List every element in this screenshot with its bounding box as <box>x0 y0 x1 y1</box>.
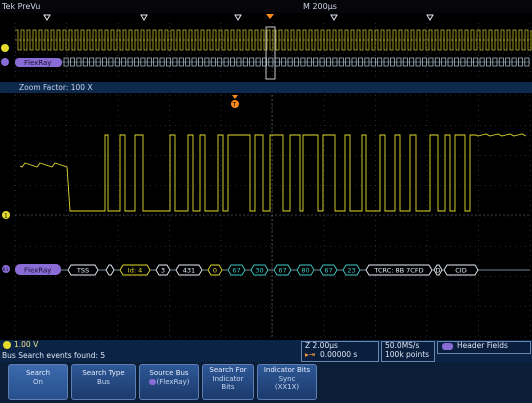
status-area: 1.00 V Bus Search events found: 5 Z 2.00… <box>0 340 532 362</box>
ch1-scale-marker <box>3 341 11 349</box>
overview-ch1-marker <box>1 44 9 52</box>
search-for-value-line2: Bits <box>221 383 235 391</box>
bus-packet-label: 67 <box>278 267 286 275</box>
source-bus-value: (FlexRay) <box>156 378 190 386</box>
bus-packet-label: 0 <box>213 267 217 275</box>
timebase-readout: M 200µs <box>303 2 337 11</box>
indicator-bits-button[interactable]: Indicator Bits Sync (XX1X) <box>257 364 317 400</box>
overview-bus-ticks <box>62 57 530 67</box>
bus-packet-label: 30 <box>255 267 263 275</box>
bus-packet-label: 3 <box>161 267 165 275</box>
search-type-value: Bus <box>97 378 110 386</box>
indicator-bits-title: Indicator Bits <box>263 366 311 374</box>
bus-packet-label: TSS <box>76 267 89 275</box>
search-mark-2 <box>140 14 148 21</box>
search-type-title: Search Type <box>82 369 125 377</box>
zoomed-waveform-window[interactable]: TSS Id: 4 3 431 0 67 30 67 80 67 23 TCRC: 8B 7CFD D C… <box>0 93 532 340</box>
search-for-value-line1: Indicator <box>212 375 244 383</box>
search-button-value: On <box>33 378 43 386</box>
trigger-position-icon: ▸⇥ <box>305 350 316 359</box>
bus-trigger-icon <box>442 343 453 350</box>
search-type-button[interactable]: Search Type Bus <box>71 364 136 400</box>
search-events-count: Bus Search events found: 5 <box>2 351 106 360</box>
bus-packet-label: Id: 4 <box>128 267 142 275</box>
soft-key-menu: Search On Search Type Bus Source Bus (Fl… <box>0 362 532 403</box>
zoom-trigger-marker-arrow <box>232 95 238 99</box>
bus-packet-label: 67 <box>324 267 332 275</box>
bus-packet-label: 67 <box>232 267 240 275</box>
oscilloscope-screen: Tek PreVu M 200µs FlexRay Zoom Factor: 1… <box>0 0 532 403</box>
trigger-position-marker <box>266 14 274 19</box>
bus-packet-label: TCRC: 8B 7CFD <box>373 267 423 275</box>
bus-packet-label: 80 <box>301 267 309 275</box>
overview-waveform-window[interactable]: FlexRay <box>0 13 532 81</box>
overview-bus-marker <box>1 58 9 66</box>
search-for-title: Search For <box>209 366 247 374</box>
zoom-trigger-marker-label: T <box>232 102 237 109</box>
search-mark-1 <box>43 14 51 21</box>
source-bus-button[interactable]: Source Bus (FlexRay) <box>139 364 199 400</box>
search-on-button[interactable]: Search On <box>8 364 68 400</box>
bus-label: FlexRay <box>24 267 51 275</box>
ch1-trace <box>19 133 527 212</box>
bus-trigger-type: Header Fields <box>457 341 508 350</box>
search-mark-3 <box>234 14 242 21</box>
bus-packet-label: 431 <box>183 267 195 275</box>
ch1-ground-marker-label: 1 <box>4 213 8 220</box>
source-bus-title: Source Bus <box>149 369 189 377</box>
acquisition-mode-label: Tek PreVu <box>2 2 41 11</box>
source-bus-icon <box>148 379 156 385</box>
search-button-title: Search <box>25 369 51 377</box>
zoom-factor-bar: Zoom Factor: 100 X <box>0 82 532 93</box>
zoom-factor-label: Zoom Factor: 100 X <box>19 83 93 92</box>
overview-ch1-signal <box>15 29 532 51</box>
search-for-button[interactable]: Search For Indicator Bits <box>202 364 254 400</box>
search-mark-4 <box>330 14 338 21</box>
record-length-readout: 100k points <box>385 350 430 359</box>
search-marker-triangles <box>43 14 434 21</box>
flexray-bus-decode: TSS Id: 4 3 431 0 67 30 67 80 67 23 TCRC: 8B 7CFD D C… <box>61 264 530 276</box>
indicator-bits-pattern: (XX1X) <box>274 383 300 391</box>
ch1-vertical-scale: 1.00 V <box>14 340 39 349</box>
bus-marker-label: B1 <box>3 267 9 273</box>
top-status-bar: Tek PreVu M 200µs <box>0 0 532 13</box>
indicator-bits-value: Sync <box>278 375 296 383</box>
trigger-position-readout: 0.00000 s <box>320 350 358 359</box>
bus-packet-label: 23 <box>347 267 355 275</box>
main-graticule <box>14 94 531 338</box>
bus-packet-2 <box>105 264 115 276</box>
bus-packet-label: D <box>435 267 440 275</box>
search-mark-5 <box>426 14 434 21</box>
overview-bus-label: FlexRay <box>24 59 51 67</box>
ch1-waveform <box>19 133 527 212</box>
bus-packet-label: CID <box>455 267 466 275</box>
